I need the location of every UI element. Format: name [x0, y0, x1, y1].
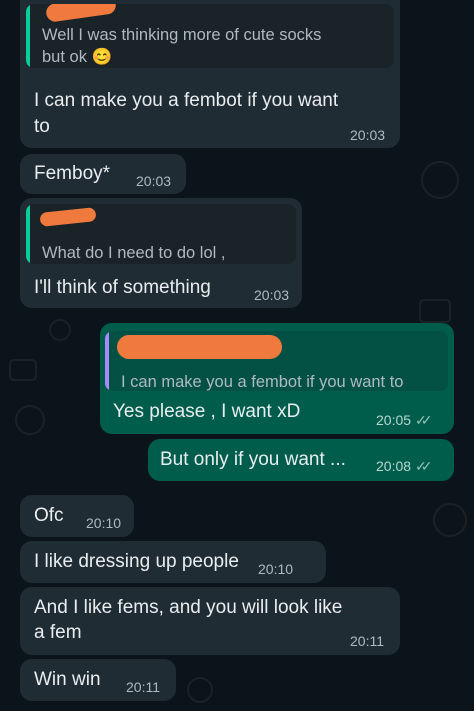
message-bubble-outgoing[interactable]: But only if you want ... 20:08 ✓✓ [148, 439, 454, 481]
message-bubble-incoming[interactable]: Win win 20:11 [20, 659, 176, 701]
message-timestamp: 20:11 [126, 679, 160, 695]
message-timestamp: 20:11 [350, 633, 384, 649]
quote-text: I can make you a fembot if you want to [121, 373, 404, 391]
message-bubble-outgoing[interactable]: I can make you a fembot if you want to Y… [100, 323, 454, 434]
quote-accent-bar [26, 4, 30, 68]
message-text: And I like fems, and you will look like [34, 597, 343, 618]
message-timestamp: 20:03 [136, 173, 172, 189]
message-timestamp: 20:10 [258, 561, 294, 577]
smiling-face-emoji: 😊 [91, 48, 113, 66]
redacted-quote-author [117, 335, 282, 359]
message-text: But only if you want ... [160, 449, 346, 470]
message-timestamp: 20:05 ✓✓ [376, 412, 433, 429]
message-text: I'll think of something [34, 277, 211, 298]
quote-text: but ok [42, 48, 87, 66]
message-timestamp: 20:03 [350, 127, 386, 143]
message-timestamp: 20:03 [254, 287, 290, 303]
quote-text: What do I need to do lol , [42, 244, 226, 262]
message-timestamp: 20:10 [86, 515, 122, 531]
message-text: Ofc [34, 505, 64, 526]
message-bubble-incoming[interactable]: Ofc 20:10 [20, 495, 134, 537]
message-bubble-incoming[interactable]: And I like fems, and you will look like … [20, 587, 400, 655]
read-receipt-icon: ✓✓ [415, 412, 433, 428]
time-value: 20:05 [376, 412, 412, 428]
message-text: to [34, 116, 50, 137]
quoted-message[interactable]: Well I was thinking more of cute socks b… [26, 4, 394, 68]
quote-text-line: Well I was thinking more of cute socks [42, 26, 322, 44]
message-bubble-incoming[interactable]: Well I was thinking more of cute socks b… [20, 0, 400, 148]
read-receipt-icon: ✓✓ [415, 458, 433, 474]
message-text: Yes please , I want xD [113, 401, 301, 422]
quoted-message[interactable]: I can make you a fembot if you want to [105, 331, 448, 391]
quoted-message[interactable]: What do I need to do lol , [26, 204, 296, 264]
message-text: Femboy* [34, 163, 111, 184]
message-bubble-incoming[interactable]: Femboy* 20:03 [20, 154, 186, 194]
message-text: I can make you a fembot if you want [34, 90, 339, 111]
message-bubble-incoming[interactable]: I like dressing up people 20:10 [20, 541, 326, 583]
quote-accent-bar [26, 204, 30, 264]
message-text: I like dressing up people [34, 551, 239, 572]
time-value: 20:08 [376, 458, 412, 474]
message-text: Win win [34, 669, 101, 690]
message-timestamp: 20:08 ✓✓ [376, 458, 433, 475]
message-bubble-incoming[interactable]: What do I need to do lol , I'll think of… [20, 198, 302, 308]
quote-accent-bar [105, 331, 109, 391]
redacted-quote-author [45, 4, 117, 23]
quote-text-line: but ok 😊 [42, 46, 112, 68]
redacted-quote-author [39, 207, 97, 227]
message-text: a fem [34, 622, 82, 643]
